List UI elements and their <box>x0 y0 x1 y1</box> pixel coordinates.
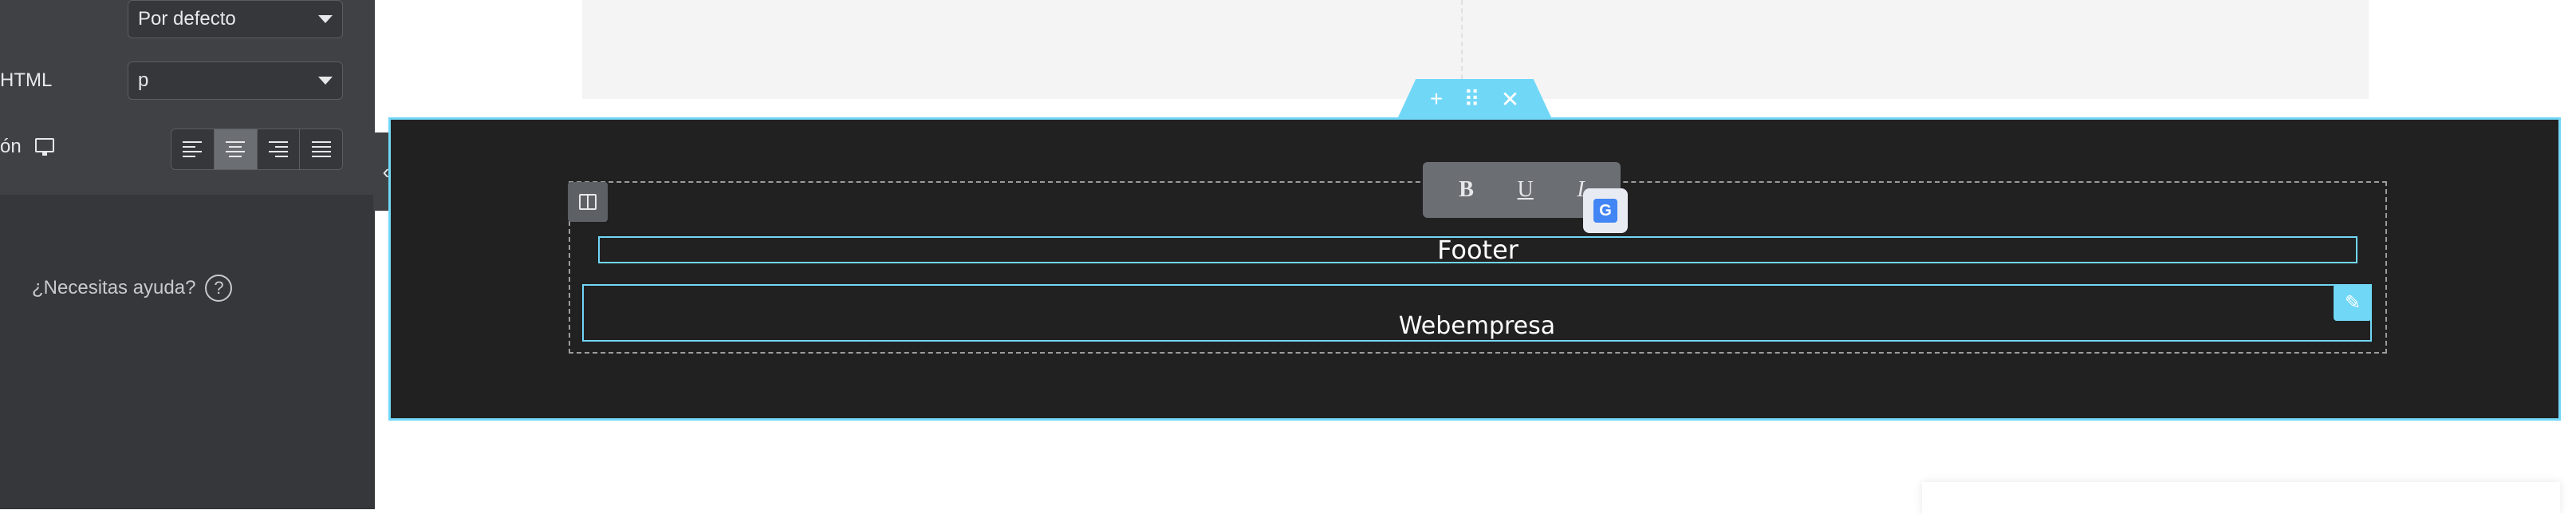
underline-button[interactable]: U <box>1518 177 1534 203</box>
close-icon[interactable]: ✕ <box>1501 86 1519 113</box>
html-label: HTML <box>0 69 53 91</box>
footer-section[interactable]: B U I G Footer Webempresa ✎ <box>388 117 2561 421</box>
alignment-label: ón <box>0 136 22 157</box>
pencil-icon: ✎ <box>2344 291 2361 314</box>
section-handle[interactable]: + ⠿ ✕ <box>1397 79 1552 119</box>
align-center-button[interactable] <box>214 129 258 169</box>
html-tag-select-value: p <box>138 69 149 91</box>
desktop-icon[interactable] <box>35 138 54 156</box>
editor-panel: Por defecto HTML p ón ¿Necesitas ayuda? … <box>0 0 375 509</box>
edit-widget-button[interactable]: ✎ <box>2334 284 2372 321</box>
tag-select[interactable]: Por defecto <box>128 0 343 38</box>
align-center-icon <box>226 141 246 157</box>
align-justify-button[interactable] <box>300 129 342 169</box>
alignment-control <box>171 128 343 170</box>
google-translate-glyph: G <box>1593 199 1617 223</box>
text-editor-widget[interactable]: Webempresa <box>582 284 2372 342</box>
align-justify-icon <box>311 141 331 157</box>
drag-icon[interactable]: ⠿ <box>1463 86 1480 113</box>
help-link[interactable]: ¿Necesitas ayuda? ? <box>32 275 233 302</box>
text-block[interactable]: Webempresa <box>1399 312 1555 340</box>
chevron-down-icon <box>318 77 333 85</box>
bold-button[interactable]: B <box>1459 177 1474 203</box>
align-left-icon <box>183 141 203 157</box>
columns-icon <box>579 194 597 210</box>
plus-icon[interactable]: + <box>1430 86 1443 112</box>
question-icon: ? <box>205 275 233 302</box>
google-translate-icon[interactable]: G <box>1583 188 1628 233</box>
html-tag-select[interactable]: p <box>128 61 343 100</box>
next-section-card <box>1922 482 2560 514</box>
align-right-icon <box>268 141 288 157</box>
footer-heading[interactable]: Footer <box>598 235 2357 265</box>
align-left-button[interactable] <box>171 129 215 169</box>
column-handle[interactable] <box>568 182 608 222</box>
chevron-down-icon <box>318 15 333 23</box>
align-right-button[interactable] <box>257 129 301 169</box>
tag-select-value: Por defecto <box>138 8 236 30</box>
help-text: ¿Necesitas ayuda? <box>32 277 196 299</box>
panel-settings-section: Por defecto HTML p ón <box>0 0 375 195</box>
